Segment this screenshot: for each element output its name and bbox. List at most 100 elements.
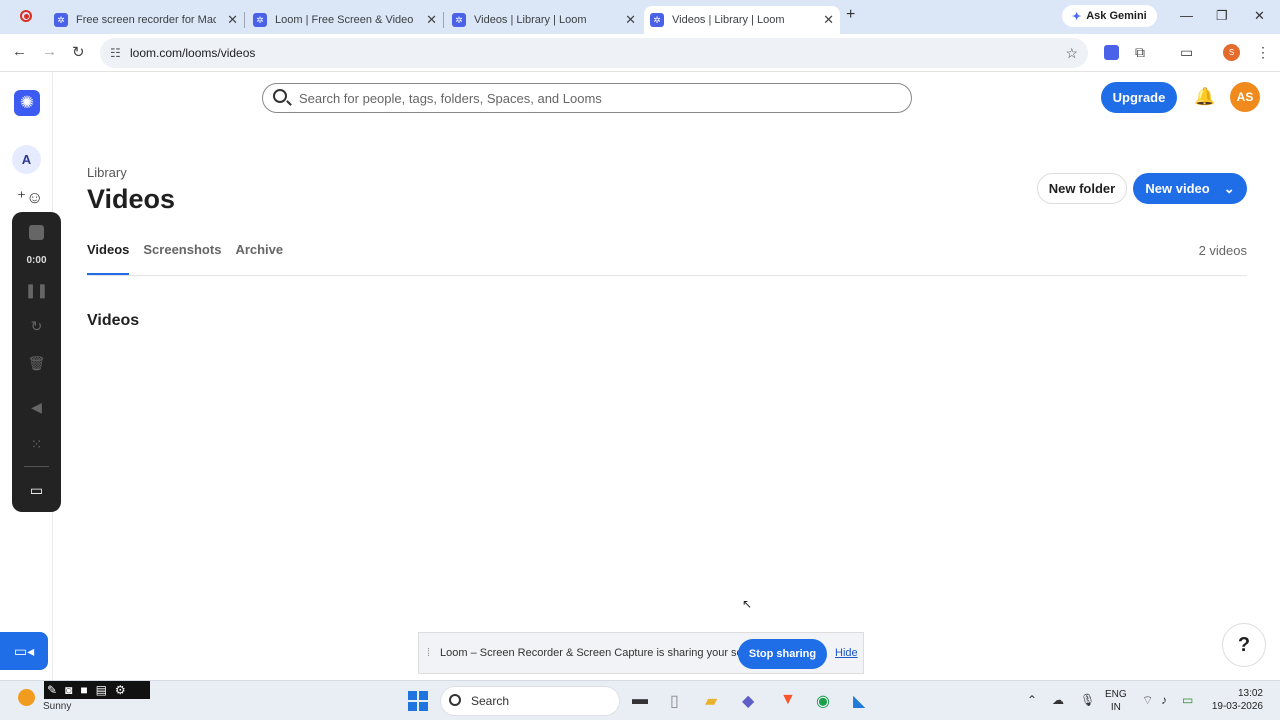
window-icon[interactable]: ▤	[96, 683, 107, 697]
camera-toggle-icon[interactable]: ▭	[12, 482, 61, 499]
vscode-icon[interactable]: ◣	[853, 691, 865, 711]
new-folder-button[interactable]: New folder	[1037, 173, 1127, 204]
loom-favicon-icon: ✲	[452, 13, 466, 27]
chrome-icon[interactable]: ◉	[816, 691, 830, 711]
workspace-avatar[interactable]: A	[12, 145, 41, 174]
windows-taskbar: Sunny ✎ ◙ ■ ▤ ⚙ Search ▬ ▯ ▰ ◆ ▼ ◉ ◣ ⌃ ☁…	[0, 680, 1280, 720]
add-user-icon[interactable]: ⁺☺	[17, 188, 43, 208]
browser-tab[interactable]: ✲ Videos | Library | Loom ✕	[446, 6, 642, 34]
drag-handle-icon[interactable]: ⁞	[427, 647, 430, 659]
url-text[interactable]: loom.com/looms/videos	[130, 46, 255, 60]
stop-recording-icon[interactable]	[29, 225, 44, 240]
new-video-label: New video	[1145, 181, 1210, 196]
restart-icon[interactable]: ↻	[12, 318, 61, 335]
tab-screenshots[interactable]: Screenshots	[143, 242, 221, 276]
tab-title: Videos | Library | Loom	[474, 14, 587, 26]
pen-icon[interactable]: ✎	[47, 683, 57, 697]
lang-code: ENG	[1105, 689, 1127, 700]
close-window-icon[interactable]: ✕	[1254, 8, 1265, 24]
region-code: IN	[1110, 702, 1121, 713]
breadcrumb[interactable]: Library	[87, 165, 127, 180]
file-explorer-icon[interactable]: ▰	[705, 691, 717, 711]
microphone-icon[interactable]: 🎙	[1080, 693, 1095, 707]
back-icon[interactable]: ←	[12, 43, 27, 60]
record-camera-button[interactable]: ▭◂	[0, 632, 48, 670]
restore-icon[interactable]: ❐	[1216, 8, 1228, 24]
delete-icon[interactable]: 🗑	[12, 355, 61, 372]
reload-icon[interactable]: ↻	[72, 43, 85, 61]
loom-favicon-icon: ✲	[650, 13, 664, 27]
tabs-divider	[87, 275, 1247, 276]
upgrade-button[interactable]: Upgrade	[1101, 82, 1177, 113]
browser-tab-active[interactable]: ✲ Videos | Library | Loom ✕	[644, 6, 840, 34]
grid-dots-icon[interactable]: ⁙	[12, 436, 61, 453]
address-bar[interactable]: ☷ loom.com/looms/videos ☆	[100, 38, 1088, 68]
pause-icon[interactable]: ❚❚	[12, 282, 61, 299]
share-message: Loom – Screen Recorder & Screen Capture …	[440, 647, 768, 659]
help-button[interactable]: ?	[1222, 623, 1266, 667]
extensions-puzzle-icon[interactable]: ⧉	[1135, 44, 1145, 61]
close-tab-icon[interactable]: ✕	[823, 12, 834, 28]
library-tabs: Videos Screenshots Archive	[87, 242, 283, 276]
wifi-icon[interactable]: ⌔	[1142, 693, 1153, 708]
settings-gear-icon[interactable]: ⚙	[115, 683, 126, 697]
stop-sharing-button[interactable]: Stop sharing	[738, 639, 827, 669]
system-clock[interactable]: 13:02 19-03-2026	[1207, 687, 1263, 713]
language-indicator[interactable]: ENG IN	[1105, 688, 1127, 714]
gemini-sparkle-icon: ✦	[1072, 10, 1082, 23]
new-video-button[interactable]: New video ⌄	[1133, 173, 1247, 204]
windows-start-icon[interactable]	[408, 691, 428, 711]
mouse-cursor-icon: ↖	[742, 597, 753, 611]
tray-chevron-icon[interactable]: ⌃	[1027, 693, 1037, 707]
brave-browser-icon[interactable]: ▼	[780, 691, 796, 709]
browser-menu-icon[interactable]: ⋮	[1256, 44, 1270, 61]
hide-link[interactable]: Hide	[835, 647, 858, 659]
forward-icon[interactable]: →	[42, 43, 57, 60]
video-icon[interactable]: ■	[80, 683, 87, 697]
user-avatar[interactable]: AS	[1230, 82, 1260, 112]
search-placeholder: Search for people, tags, folders, Spaces…	[299, 90, 602, 106]
camera-icon[interactable]: ◙	[65, 683, 72, 697]
volume-icon[interactable]: ♪	[1161, 693, 1167, 707]
browser-tab[interactable]: ✲ Loom | Free Screen & Video Recording S…	[247, 6, 443, 34]
video-camera-icon: ▭◂	[13, 642, 35, 659]
notepad-icon[interactable]: ▯	[670, 691, 679, 711]
close-tab-icon[interactable]: ✕	[625, 12, 636, 28]
browser-tab-strip: ✲ Free screen recorder for Mac and PC | …	[0, 0, 1280, 34]
section-title: Videos	[87, 312, 140, 329]
close-tab-icon[interactable]: ✕	[227, 12, 238, 28]
weather-sun-icon[interactable]	[18, 689, 35, 706]
recorder-control-panel: 0:00 ❚❚ ↻ 🗑 ◀ ⁙ ▭	[12, 212, 61, 512]
search-icon	[449, 694, 461, 706]
bookmark-star-icon[interactable]: ☆	[1065, 45, 1078, 62]
recording-indicator-icon	[20, 10, 32, 22]
clock-date: 19-03-2026	[1211, 701, 1263, 712]
notification-bell-icon[interactable]: 🔔	[1194, 87, 1215, 107]
browser-tab[interactable]: ✲ Free screen recorder for Mac and PC | …	[48, 6, 244, 34]
new-tab-button[interactable]: +	[846, 6, 855, 24]
tab-archive[interactable]: Archive	[235, 242, 283, 276]
search-input[interactable]: Search for people, tags, folders, Spaces…	[262, 83, 912, 113]
loom-extension-icon[interactable]	[1104, 45, 1119, 60]
recording-timer: 0:00	[26, 255, 47, 266]
taskbar-search[interactable]: Search	[440, 686, 620, 716]
tab-separator	[443, 12, 444, 28]
browser-profile-avatar[interactable]: S	[1223, 44, 1240, 61]
loom-favicon-icon: ✲	[54, 13, 68, 27]
draw-tool-icon[interactable]: ◀	[12, 399, 61, 416]
close-tab-icon[interactable]: ✕	[426, 12, 437, 28]
recording-toolbar: ✎ ◙ ■ ▤ ⚙	[44, 681, 150, 699]
site-settings-icon[interactable]: ☷	[110, 46, 121, 60]
battery-icon[interactable]: ▭	[1182, 693, 1193, 707]
ask-gemini-label: Ask Gemini	[1086, 10, 1147, 22]
video-count: 2 videos	[1198, 243, 1247, 258]
loom-logo-icon[interactable]: ✺	[14, 90, 40, 116]
teams-icon[interactable]: ◆	[742, 691, 754, 711]
clock-time: 13:02	[1237, 688, 1263, 699]
minimize-icon[interactable]: —	[1180, 8, 1193, 23]
ask-gemini-button[interactable]: ✦ Ask Gemini	[1062, 5, 1157, 27]
onedrive-icon[interactable]: ☁	[1052, 693, 1064, 707]
task-view-icon[interactable]: ▬	[632, 691, 648, 709]
tab-videos[interactable]: Videos	[87, 242, 130, 276]
tab-search-icon[interactable]: ▭	[1180, 44, 1193, 61]
